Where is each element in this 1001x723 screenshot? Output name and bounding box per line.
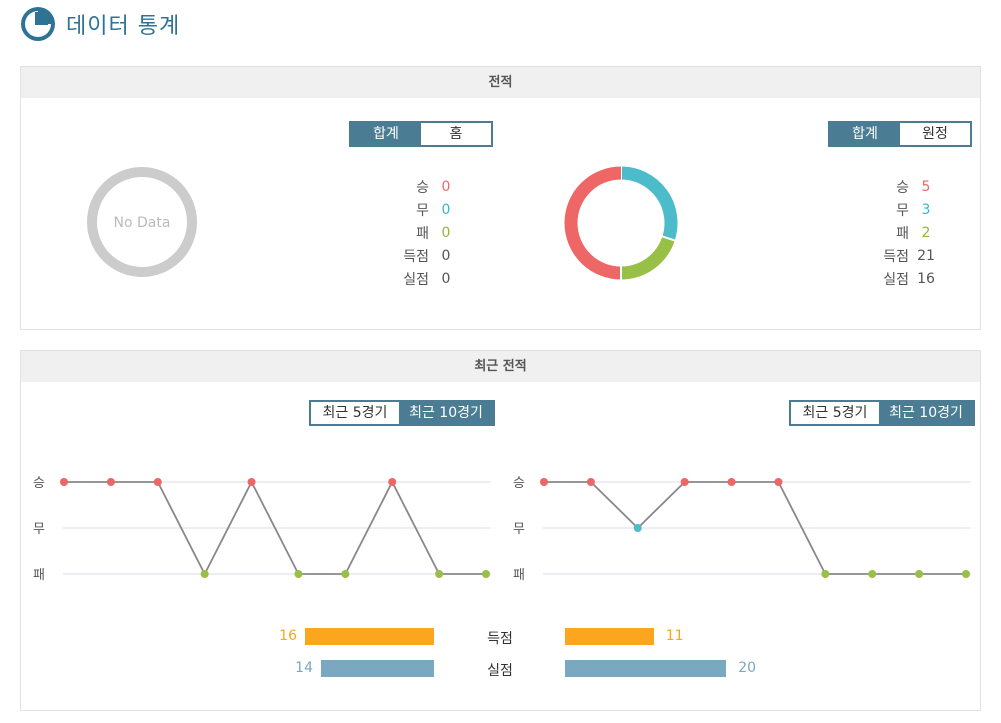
no-data-ring: No Data (87, 167, 197, 277)
result-point[interactable] (680, 478, 689, 486)
no-data-text: No Data (114, 215, 171, 231)
y-axis-label: 무 (33, 522, 45, 537)
result-point[interactable] (633, 524, 642, 532)
stat-label: 승 (416, 179, 429, 196)
stat-value: 0 (441, 178, 451, 195)
right-total-tab[interactable]: 합계 (830, 123, 900, 145)
left-recent-toggle: 최근 5경기 최근 10경기 (309, 400, 495, 426)
head-to-head-panel: 전적 No Data 합계 홈 승 0 무 0 패 0 득점 0 실점 0 합계 원정 승5무3패… (20, 66, 981, 330)
left-scored-bar (305, 628, 434, 645)
left-conceded-bar (321, 660, 434, 677)
conceded-label: 실점 (487, 663, 513, 679)
stat-label: 실점 (403, 271, 429, 288)
recent-title: 최근 전적 (21, 351, 980, 382)
result-point[interactable] (774, 478, 783, 486)
stat-value: 0 (441, 201, 451, 218)
stat-row: 무0 (397, 198, 463, 221)
y-axis-label: 패 (33, 568, 45, 583)
stat-row: 득점 0 (397, 244, 463, 267)
result-point[interactable] (586, 478, 595, 486)
stat-row: 득점 21 (877, 244, 943, 267)
result-point[interactable] (727, 478, 736, 486)
stat-label: 무 (416, 202, 429, 219)
result-point[interactable] (915, 570, 924, 578)
result-point[interactable] (341, 570, 350, 578)
result-point[interactable] (247, 478, 256, 486)
stat-value: 3 (921, 201, 931, 218)
y-axis-label: 승 (33, 476, 45, 491)
result-point[interactable] (153, 478, 162, 486)
left-total-tab[interactable]: 합계 (351, 123, 421, 145)
stat-label: 실점 (883, 271, 909, 288)
stat-row: 승5 (877, 175, 943, 198)
left-scored-value: 16 (279, 628, 297, 644)
result-point[interactable] (388, 478, 397, 486)
left-conceded-value: 14 (295, 660, 313, 676)
stat-value: 0 (441, 224, 451, 241)
stat-label: 패 (896, 225, 909, 242)
result-point[interactable] (200, 570, 209, 578)
stat-row: 실점 16 (877, 267, 943, 290)
stat-row: 무3 (877, 198, 943, 221)
donut-slice-draw (620, 166, 678, 241)
left-home-tab[interactable]: 홈 (421, 123, 491, 145)
recent-panel: 최근 전적 최근 5경기 최근 10경기 최근 5경기 최근 10경기 승무패 … (20, 350, 981, 711)
stat-value: 2 (921, 224, 931, 241)
stat-value: 16 (917, 270, 935, 287)
stat-row: 패2 (877, 221, 943, 244)
right-stats: 승 5 무 3 패 2 득점 21 실점 16 (877, 175, 943, 290)
left-results-line-chart: 승무패 (33, 476, 491, 583)
result-point[interactable] (540, 478, 548, 486)
stat-row: 승0 (397, 175, 463, 198)
stat-label: 무 (896, 202, 909, 219)
y-axis-label: 무 (513, 522, 525, 537)
right-away-tab[interactable]: 원정 (900, 123, 970, 145)
head-to-head-title: 전적 (21, 67, 980, 98)
result-point[interactable] (821, 570, 830, 578)
result-point[interactable] (106, 478, 115, 486)
stat-row: 패0 (397, 221, 463, 244)
stat-value: 21 (917, 247, 935, 264)
pie-chart-icon (21, 7, 55, 41)
results-donut (564, 165, 678, 281)
scored-label: 득점 (487, 631, 513, 647)
result-point[interactable] (60, 478, 68, 486)
y-axis-label: 승 (513, 476, 525, 491)
stat-value: 0 (441, 247, 451, 264)
right-recent-toggle: 최근 5경기 최근 10경기 (789, 400, 975, 426)
y-axis-label: 패 (513, 568, 525, 583)
right-conceded-bar (565, 660, 727, 677)
stat-label: 득점 (403, 248, 429, 265)
right-conceded-value: 20 (738, 660, 757, 676)
result-point[interactable] (962, 570, 970, 578)
left-stats: 승 0 무 0 패 0 득점 0 실점 0 (397, 175, 463, 290)
result-point[interactable] (482, 570, 490, 578)
donut-slice-loss (620, 236, 675, 280)
stat-label: 승 (896, 179, 909, 196)
right-scored-value: 11 (665, 628, 684, 644)
left-venue-toggle: 합계 홈 (349, 121, 493, 147)
right-scored-bar (565, 628, 654, 645)
result-point[interactable] (868, 570, 877, 578)
stat-label: 득점 (883, 248, 909, 265)
result-point[interactable] (435, 570, 444, 578)
stat-row: 실점 0 (397, 267, 463, 290)
right-recent5-tab[interactable]: 최근 5경기 (791, 402, 879, 424)
right-results-line-chart: 승무패 (513, 476, 971, 583)
right-recent10-tab[interactable]: 최근 10경기 (879, 402, 973, 424)
stat-label: 패 (416, 225, 429, 242)
stat-value: 0 (441, 270, 451, 287)
result-point[interactable] (294, 570, 303, 578)
page-header: 데이터 통계 (20, 6, 180, 42)
page-title: 데이터 통계 (66, 14, 181, 39)
stat-value: 5 (921, 178, 931, 195)
donut-slice-win (564, 166, 622, 280)
right-venue-toggle: 합계 원정 (828, 121, 972, 147)
left-recent5-tab[interactable]: 최근 5경기 (311, 402, 399, 424)
left-recent10-tab[interactable]: 최근 10경기 (399, 402, 493, 424)
